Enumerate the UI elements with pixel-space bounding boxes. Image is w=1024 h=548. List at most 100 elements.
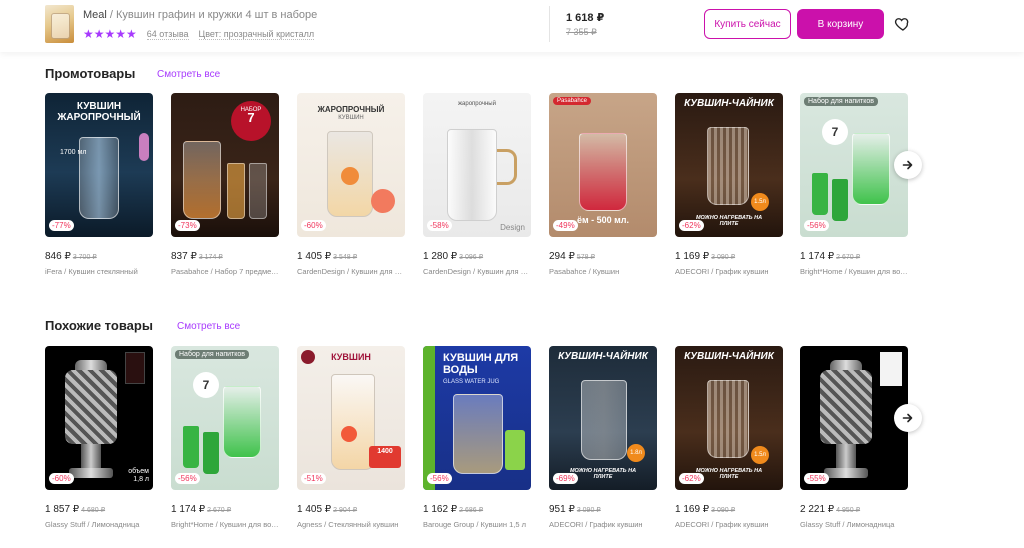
discount-badge: -73% xyxy=(175,220,200,231)
card-description[interactable]: Barouge Group / Кувшин 1,5 л xyxy=(423,520,531,529)
card-description[interactable]: ADECORI / График кувшин xyxy=(675,267,783,276)
card-price: 1 169 ₽ xyxy=(675,251,710,262)
image-subcaption: Design xyxy=(500,223,525,232)
price-row: 837 ₽3 174 ₽ xyxy=(171,246,279,264)
image-caption: КУВШИН-ЧАЙНИК xyxy=(684,351,774,362)
price-row: 846 ₽3 700 ₽ xyxy=(45,246,153,264)
discount-badge: -62% xyxy=(679,473,704,484)
image-caption: КУВШИН ДЛЯ ВОДЫ xyxy=(443,352,519,376)
product-image[interactable]: КУВШИН-ЧАЙНИК 1.5л МОЖНО НАГРЕВАТЬ НА ПЛ… xyxy=(675,93,783,237)
card-description[interactable]: iFera / Кувшин стеклянный xyxy=(45,267,153,276)
similar-next-button[interactable] xyxy=(894,404,922,432)
current-price: 1 618 ₽ xyxy=(566,12,605,24)
discount-badge: -51% xyxy=(301,473,326,484)
product-image[interactable]: НАБОР 7 -73% xyxy=(171,93,279,237)
card-description[interactable]: CardenDesign / Кувшин для воды xyxy=(423,267,531,276)
image-subcaption: КУВШИН xyxy=(338,115,364,121)
image-subcaption: 1700 мл xyxy=(60,149,87,156)
product-card[interactable]: НАБОР 7 -73% 837 ₽3 174 ₽ Pasabahce / Наб… xyxy=(171,93,279,276)
product-image[interactable]: Набор для напитков 7 -56% xyxy=(171,346,279,490)
card-description[interactable]: CardenDesign / Кувшин для воды xyxy=(297,267,405,276)
card-old-price: 4 950 ₽ xyxy=(836,507,861,514)
price-row: 1 169 ₽3 090 ₽ xyxy=(675,246,783,264)
card-description[interactable]: Glassy Stuff / Лимонадница xyxy=(45,520,153,529)
product-card[interactable]: -55% 2 221 ₽4 950 ₽ Glassy Stuff / Лимон… xyxy=(800,346,908,529)
arrow-right-icon xyxy=(902,413,913,423)
reviews-link[interactable]: 64 отзыва xyxy=(146,29,189,40)
product-thumbnail[interactable] xyxy=(45,5,74,43)
discount-badge: -60% xyxy=(301,220,326,231)
card-old-price: 3 090 ₽ xyxy=(711,507,736,514)
product-image[interactable]: Набор для напитков 7 -56% xyxy=(800,93,908,237)
card-description[interactable]: ADECORI / График кувшин xyxy=(675,520,783,529)
card-description[interactable]: Glassy Stuff / Лимонадница xyxy=(800,520,908,529)
discount-badge: -56% xyxy=(427,473,452,484)
image-subcaption: 1400 xyxy=(369,446,401,468)
product-title-line: Meal / Кувшин графин и кружки 4 шт в наб… xyxy=(83,9,317,21)
promo-next-button[interactable] xyxy=(894,151,922,179)
image-caption: КУВШИН-ЧАЙНИК xyxy=(684,98,774,109)
product-card[interactable]: КУВШИН ЖАРОПРОЧНЫЙ 1700 мл -77% 846 ₽3 7… xyxy=(45,93,153,276)
product-card[interactable]: КУВШИН-ЧАЙНИК 1.5л МОЖНО НАГРЕВАТЬ НА ПЛ… xyxy=(675,93,783,276)
product-card[interactable]: ЖАРОПРОЧНЫЙ КУВШИН -60% 1 405 ₽3 548 ₽ C… xyxy=(297,93,405,276)
product-image[interactable]: КУВШИН ЖАРОПРОЧНЫЙ 1700 мл -77% xyxy=(45,93,153,237)
discount-badge: -49% xyxy=(553,220,578,231)
product-image[interactable]: объем 1,8 л -60% xyxy=(45,346,153,490)
card-description[interactable]: ADECORI / График кувшин xyxy=(549,520,657,529)
card-price: 1 174 ₽ xyxy=(171,504,206,515)
product-card[interactable]: КУВШИН-ЧАЙНИК 1.8л МОЖНО НАГРЕВАТЬ НА ПЛ… xyxy=(549,346,657,529)
card-old-price: 3 090 ₽ xyxy=(711,254,736,261)
card-description[interactable]: Agness / Стеклянный кувшин xyxy=(297,520,405,529)
price-row: 1 174 ₽2 670 ₽ xyxy=(171,499,279,517)
product-card[interactable]: объем 1,8 л -60% 1 857 ₽4 680 ₽ Glassy S… xyxy=(45,346,153,529)
discount-badge: -62% xyxy=(679,220,704,231)
product-card[interactable]: КУВШИН 1400 -51% 1 405 ₽2 904 ₽ Agness /… xyxy=(297,346,405,529)
product-card[interactable]: Набор для напитков 7 -56% 1 174 ₽2 670 ₽… xyxy=(800,93,908,276)
image-caption: КУВШИН ЖАРОПРОЧНЫЙ xyxy=(57,101,141,123)
image-caption: КУВШИН xyxy=(331,352,371,362)
product-card[interactable]: жаропрочный Design -58% 1 280 ₽3 096 ₽ C… xyxy=(423,93,531,276)
color-info[interactable]: Цвет: прозрачный кристалл xyxy=(198,29,315,40)
image-caption: Набор для напитков xyxy=(804,97,879,106)
image-subcaption: объем 1,8 л xyxy=(128,468,149,483)
title-separator: / xyxy=(106,9,117,21)
product-card[interactable]: КУВШИН ДЛЯ ВОДЫ GLASS WATER JUG -56% 1 1… xyxy=(423,346,531,529)
image-caption: Pasabahce xyxy=(553,97,592,105)
image-subcaption: 7 xyxy=(822,119,848,145)
product-image[interactable]: КУВШИН-ЧАЙНИК 1.8л МОЖНО НАГРЕВАТЬ НА ПЛ… xyxy=(549,346,657,490)
discount-badge: -56% xyxy=(175,473,200,484)
card-description[interactable]: Bright*Home / Кувшин для воды xyxy=(171,520,279,529)
card-description[interactable]: Bright*Home / Кувшин для воды xyxy=(800,267,908,276)
card-old-price: 2 686 ₽ xyxy=(459,507,484,514)
card-description[interactable]: Pasabahce / Набор 7 предметов xyxy=(171,267,279,276)
card-old-price: 3 096 ₽ xyxy=(459,254,484,261)
add-to-cart-button[interactable]: В корзину xyxy=(797,9,884,39)
card-price: 1 405 ₽ xyxy=(297,251,332,262)
card-description[interactable]: Pasabahce / Кувшин xyxy=(549,267,657,276)
card-price: 951 ₽ xyxy=(549,504,575,515)
price-row: 1 405 ₽2 904 ₽ xyxy=(297,499,405,517)
card-price: 1 174 ₽ xyxy=(800,251,835,262)
product-brand[interactable]: Meal xyxy=(83,9,107,21)
product-image[interactable]: КУВШИН-ЧАЙНИК 1.5л МОЖНО НАГРЕВАТЬ НА ПЛ… xyxy=(675,346,783,490)
product-image[interactable]: Pasabahce ём - 500 мл. -49% xyxy=(549,93,657,237)
heart-icon[interactable] xyxy=(893,15,911,33)
discount-badge: -77% xyxy=(49,220,74,231)
discount-badge: -56% xyxy=(804,220,829,231)
price-row: 1 174 ₽2 670 ₽ xyxy=(800,246,908,264)
product-card[interactable]: Набор для напитков 7 -56% 1 174 ₽2 670 ₽… xyxy=(171,346,279,529)
product-image[interactable]: КУВШИН ДЛЯ ВОДЫ GLASS WATER JUG -56% xyxy=(423,346,531,490)
promo-see-all-link[interactable]: Смотреть все xyxy=(157,69,220,80)
product-image[interactable]: ЖАРОПРОЧНЫЙ КУВШИН -60% xyxy=(297,93,405,237)
product-card[interactable]: Pasabahce ём - 500 мл. -49% 294 ₽578 ₽ P… xyxy=(549,93,657,276)
product-title: Кувшин графин и кружки 4 шт в наборе xyxy=(116,9,318,21)
product-image[interactable]: жаропрочный Design -58% xyxy=(423,93,531,237)
card-old-price: 2 670 ₽ xyxy=(836,254,861,261)
product-image[interactable]: -55% xyxy=(800,346,908,490)
product-card[interactable]: КУВШИН-ЧАЙНИК 1.5л МОЖНО НАГРЕВАТЬ НА ПЛ… xyxy=(675,346,783,529)
product-image[interactable]: КУВШИН 1400 -51% xyxy=(297,346,405,490)
buy-now-button[interactable]: Купить сейчас xyxy=(704,9,791,39)
price-row: 294 ₽578 ₽ xyxy=(549,246,657,264)
card-price: 2 221 ₽ xyxy=(800,504,835,515)
similar-see-all-link[interactable]: Смотреть все xyxy=(177,321,240,332)
